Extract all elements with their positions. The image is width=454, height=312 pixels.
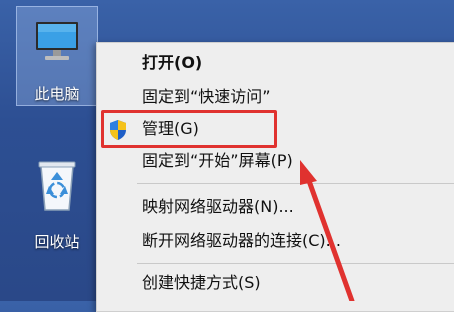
annotation-arrow	[300, 160, 355, 301]
